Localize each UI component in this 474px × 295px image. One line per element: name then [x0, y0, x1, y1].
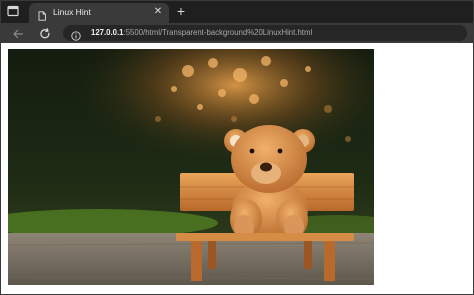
new-tab-button[interactable]: + [175, 4, 187, 18]
browser-toolbar: 127.0.0.1:5500/html/Transparent-backgrou… [1, 23, 473, 43]
url-path: :5500/html/Transparent-background%20Linu… [123, 28, 313, 37]
page-icon [37, 8, 47, 21]
back-arrow-icon[interactable] [12, 27, 24, 39]
url-text: 127.0.0.1:5500/html/Transparent-backgrou… [91, 28, 312, 37]
browser-window: Linux Hint ✕ + 127.0.0.1:5500/html/Trans… [0, 0, 474, 295]
close-icon[interactable]: ✕ [153, 7, 163, 17]
tab-linux-hint[interactable]: Linux Hint ✕ [29, 3, 169, 23]
address-bar[interactable]: 127.0.0.1:5500/html/Transparent-backgrou… [63, 25, 467, 41]
teddy-bear-photo [8, 49, 374, 285]
page-content [1, 43, 473, 294]
tab-strip: Linux Hint ✕ + [1, 1, 473, 23]
window-icon[interactable] [7, 5, 19, 17]
url-host: 127.0.0.1 [91, 28, 124, 37]
reload-icon[interactable] [39, 27, 51, 39]
info-icon[interactable] [71, 28, 81, 41]
tab-title: Linux Hint [53, 7, 91, 17]
